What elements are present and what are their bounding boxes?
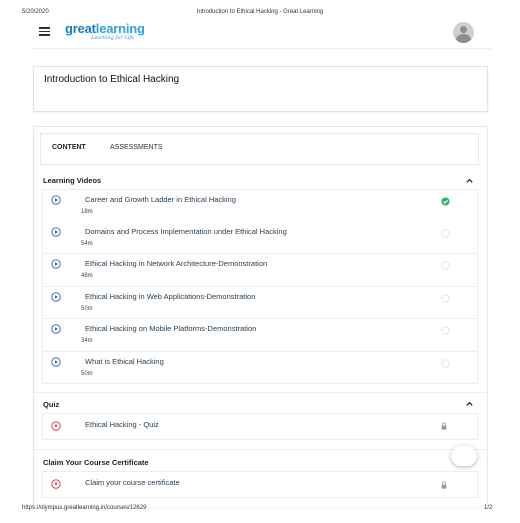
video-item-title: Ethical Hacking in Web Applications-Demo… — [85, 291, 256, 301]
tab-content[interactable]: CONTENT — [52, 134, 86, 162]
tab-assessments[interactable]: ASSESSMENTS — [110, 134, 163, 162]
video-item-title: Ethical Hacking in Network Architecture-… — [85, 259, 268, 268]
section-title-certificate: Claim Your Course Certificate — [43, 458, 149, 467]
empty-circle-icon — [441, 228, 450, 238]
quiz-icon — [51, 421, 61, 431]
video-list-item[interactable]: What is Ethical Hacking 50m — [42, 351, 478, 384]
print-doc-title: Introduction to Ethical Hacking - Great … — [196, 9, 324, 15]
video-item-duration: 18m — [81, 209, 93, 215]
quiz-icon — [51, 479, 61, 489]
video-item-duration: 50m — [81, 370, 93, 377]
empty-circle-icon — [441, 261, 450, 270]
video-list-item[interactable]: Ethical Hacking on Mobile Platforms-Demo… — [42, 319, 478, 352]
video-item-title: Ethical Hacking on Mobile Platforms-Demo… — [85, 324, 257, 333]
course-content-card: CONTENT ASSESSMENTS Learning Videos Care… — [33, 126, 488, 507]
video-item-duration: 48m — [81, 273, 93, 279]
play-circle-icon — [51, 226, 61, 237]
user-avatar-icon[interactable] — [453, 22, 474, 43]
section-divider — [34, 392, 487, 393]
play-circle-icon — [51, 324, 61, 334]
quiz-item-label: Ethical Hacking - Quiz — [85, 420, 159, 429]
print-page-number: 1/2 — [484, 505, 493, 511]
lock-icon — [441, 481, 447, 489]
section-title-learning-videos: Learning Videos — [43, 176, 102, 185]
video-list-item[interactable]: Domains and Process Implementation under… — [42, 221, 478, 254]
empty-circle-icon — [441, 293, 450, 303]
play-circle-icon — [51, 291, 61, 302]
page-title: Introduction to Ethical Hacking — [44, 74, 180, 85]
app-header: greatlearning Learning for Life — [31, 18, 491, 49]
video-list-item[interactable]: Ethical Hacking in Network Architecture-… — [42, 254, 478, 287]
video-item-title: What is Ethical Hacking — [85, 356, 164, 366]
video-item-title: Career and Growth Ladder in Ethical Hack… — [85, 195, 236, 204]
logo-part-great: great — [65, 21, 96, 36]
video-item-duration: 50m — [81, 305, 93, 312]
logo-part-learning: learning — [95, 21, 145, 36]
brand-logo[interactable]: greatlearning Learning for Life — [65, 22, 145, 41]
play-circle-icon — [51, 259, 61, 269]
certificate-item-label: Claim your course certificate — [85, 478, 180, 487]
quiz-item[interactable]: Ethical Hacking - Quiz — [42, 413, 478, 440]
floating-action-button[interactable] — [451, 446, 477, 466]
tab-bar: CONTENT ASSESSMENTS — [40, 133, 479, 165]
hamburger-icon[interactable] — [39, 27, 50, 36]
video-item-duration: 34m — [81, 338, 93, 344]
play-circle-icon — [51, 195, 61, 205]
play-circle-icon — [51, 356, 61, 367]
print-url: https://olympus.greatlearning.in/courses… — [22, 505, 147, 511]
empty-circle-icon — [441, 326, 450, 335]
chevron-up-icon[interactable] — [465, 176, 474, 185]
section-title-quiz: Quiz — [43, 400, 60, 409]
section-divider — [34, 449, 487, 450]
check-circle-icon — [441, 197, 450, 206]
course-title-card: Introduction to Ethical Hacking — [33, 66, 488, 112]
empty-circle-icon — [441, 358, 450, 368]
lock-icon — [441, 422, 447, 430]
video-list-item[interactable]: Ethical Hacking in Web Applications-Demo… — [42, 286, 478, 319]
video-item-title: Domains and Process Implementation under… — [85, 226, 287, 236]
video-item-duration: 54m — [81, 240, 93, 247]
video-list-item[interactable]: Career and Growth Ladder in Ethical Hack… — [42, 189, 478, 223]
certificate-item[interactable]: Claim your course certificate — [42, 471, 478, 498]
chevron-up-icon[interactable] — [465, 399, 474, 408]
